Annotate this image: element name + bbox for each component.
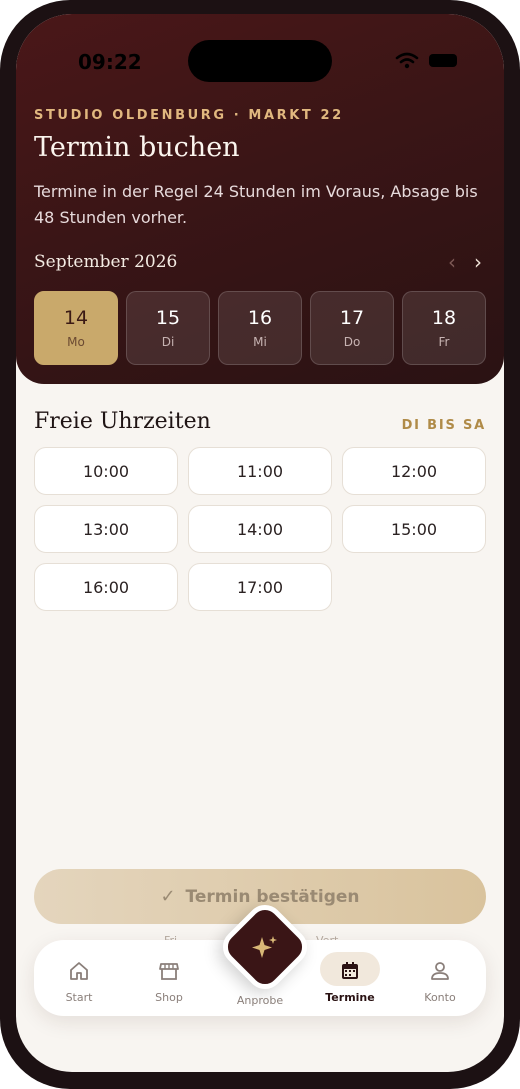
- time-slot[interactable]: 11:00: [188, 447, 332, 495]
- confirm-label: Termin bestätigen: [185, 886, 360, 907]
- tab-label: Start: [65, 991, 93, 1004]
- wifi-icon: [395, 52, 419, 69]
- tab-label-anprobe: Anprobe: [236, 994, 284, 1007]
- month-label: September 2026: [34, 252, 178, 272]
- chevron-right-icon[interactable]: ›: [474, 250, 482, 274]
- day-number: 17: [339, 307, 365, 329]
- day-weekday: Fr: [438, 335, 450, 349]
- status-time: 09:22: [78, 50, 142, 74]
- calendar-icon: [342, 962, 358, 979]
- time-slot[interactable]: 15:00: [342, 505, 486, 553]
- time-slot[interactable]: 13:00: [34, 505, 178, 553]
- day-picker: 14 Mo 15 Di 16 Mi 17 Do 18 Fr: [34, 291, 486, 365]
- tab-label: Shop: [155, 991, 183, 1004]
- day-option[interactable]: 16 Mi: [218, 291, 302, 365]
- person-icon: [431, 962, 449, 980]
- day-option[interactable]: 14 Mo: [34, 291, 118, 365]
- sparkle-icon: [252, 936, 277, 958]
- check-icon: ✓: [160, 886, 176, 907]
- day-number: 14: [63, 307, 89, 329]
- slots-title: Freie Uhrzeiten: [34, 409, 211, 434]
- phone-frame: 09:22 STUDIO OLDENBURG · MARKT 22 Termin…: [0, 0, 520, 1089]
- app-screen: 09:22 STUDIO OLDENBURG · MARKT 22 Termin…: [16, 14, 504, 1072]
- day-weekday: Mi: [253, 335, 267, 349]
- tab-termine[interactable]: Termine: [305, 940, 395, 1016]
- home-icon: [70, 962, 88, 980]
- time-slot[interactable]: 10:00: [34, 447, 178, 495]
- tab-shop[interactable]: Shop: [124, 940, 214, 1016]
- chevron-left-icon[interactable]: ‹: [448, 250, 456, 274]
- day-number: 18: [431, 307, 457, 329]
- time-slot[interactable]: 16:00: [34, 563, 178, 611]
- page-title: Termin buchen: [34, 132, 240, 163]
- day-weekday: Di: [161, 335, 175, 349]
- dynamic-island: [188, 40, 332, 82]
- day-number: 15: [155, 307, 181, 329]
- tab-label: Konto: [424, 991, 456, 1004]
- day-option[interactable]: 17 Do: [310, 291, 394, 365]
- day-option[interactable]: 15 Di: [126, 291, 210, 365]
- tab-start[interactable]: Start: [34, 940, 124, 1016]
- battery-icon: [429, 54, 457, 67]
- time-slot[interactable]: 17:00: [188, 563, 332, 611]
- booking-header: 09:22 STUDIO OLDENBURG · MARKT 22 Termin…: [16, 14, 504, 384]
- time-slot[interactable]: 14:00: [188, 505, 332, 553]
- page-subtitle: Termine in der Regel 24 Stunden im Vorau…: [34, 182, 478, 227]
- shop-icon: [159, 963, 179, 980]
- studio-eyebrow: STUDIO OLDENBURG · MARKT 22: [34, 108, 344, 123]
- tab-konto[interactable]: Konto: [395, 940, 485, 1016]
- time-slot[interactable]: 12:00: [342, 447, 486, 495]
- time-slot-grid: 10:00 11:00 12:00 13:00 14:00 15:00 16:0…: [34, 447, 486, 611]
- slots-days-badge: DI BIS SA: [401, 418, 486, 433]
- day-weekday: Mo: [67, 335, 85, 349]
- day-weekday: Do: [343, 335, 361, 349]
- day-number: 16: [247, 307, 273, 329]
- day-option[interactable]: 18 Fr: [402, 291, 486, 365]
- tab-label: Termine: [325, 991, 375, 1004]
